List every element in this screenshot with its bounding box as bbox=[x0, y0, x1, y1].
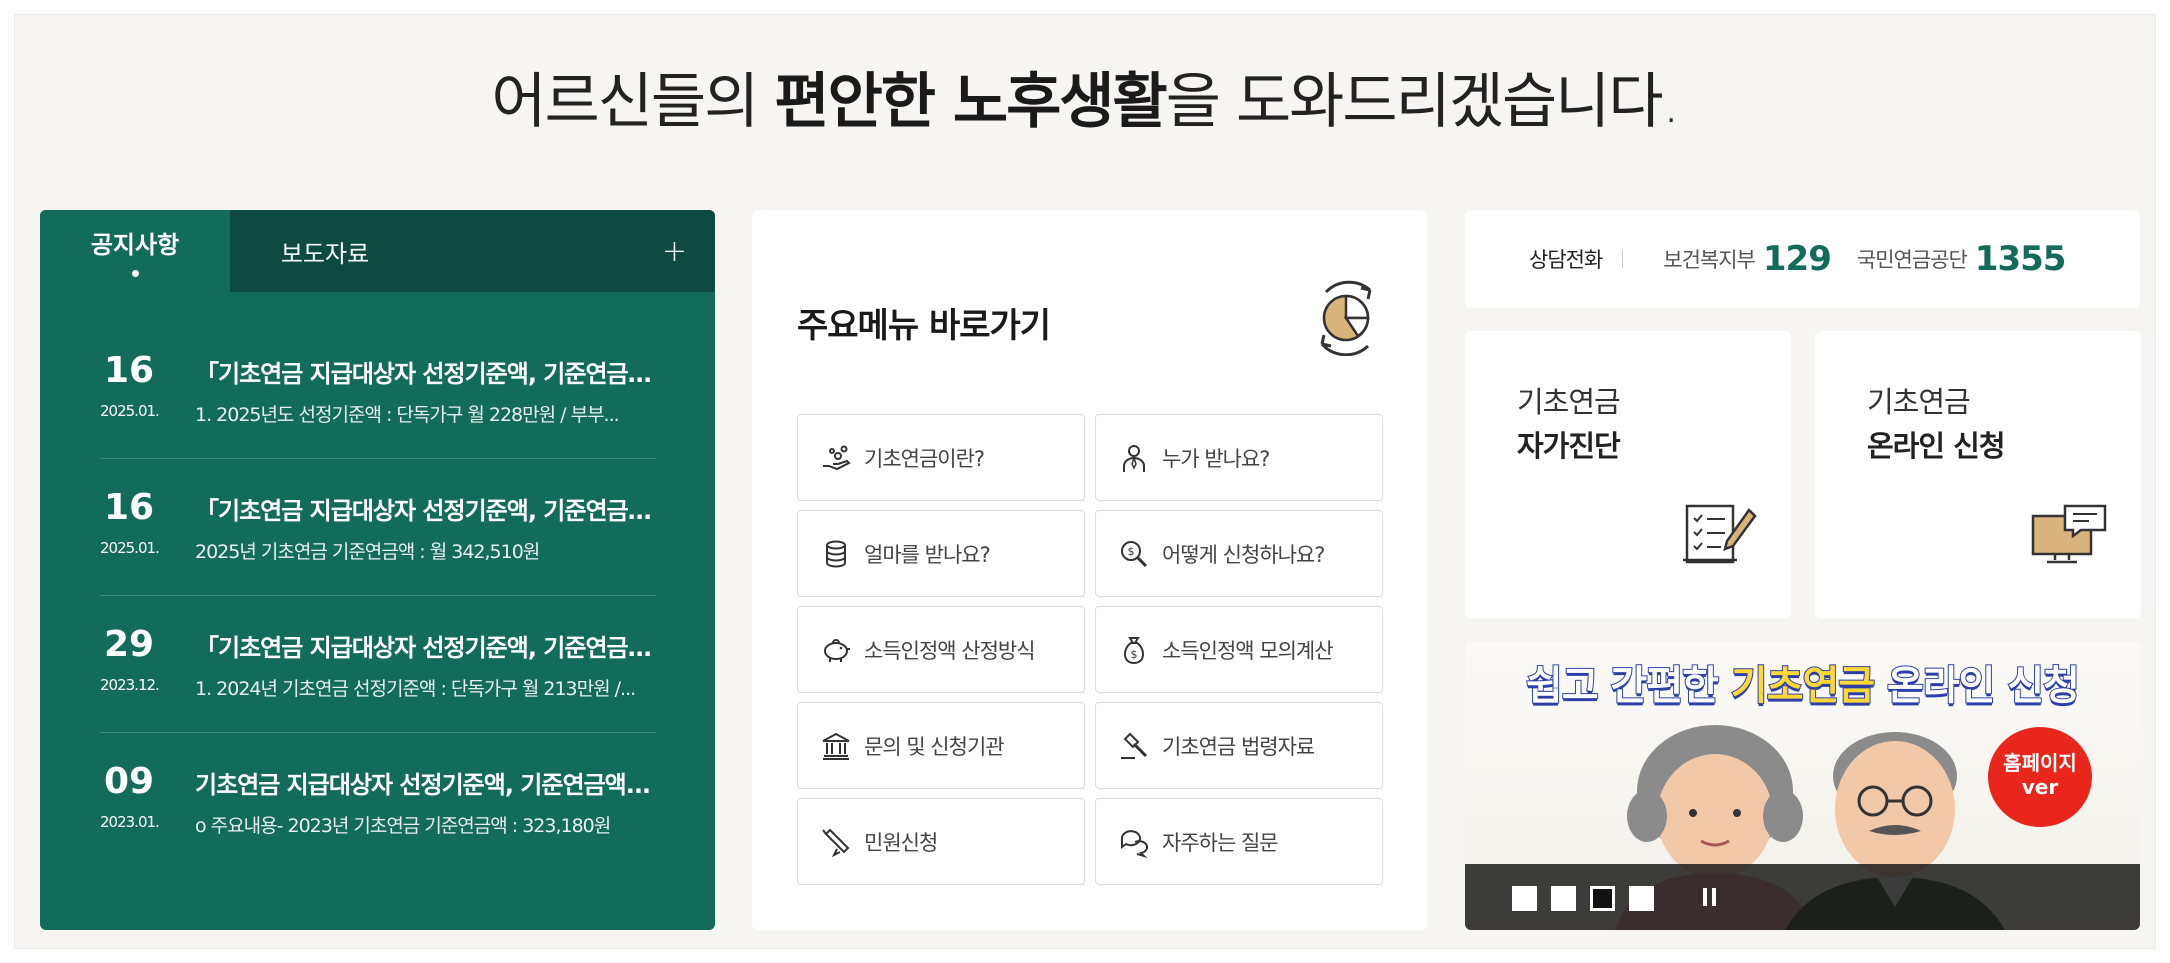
tab-press-label: 보도자료 bbox=[280, 239, 370, 268]
menu-item-legislation[interactable]: 기초연금 법령자료 bbox=[1095, 702, 1383, 789]
slide-indicator-4[interactable] bbox=[1629, 886, 1654, 911]
menu-item-label: 어떻게 신청하나요? bbox=[1162, 542, 1325, 567]
notice-item[interactable]: 16 2025.01. 「기초연금 지급대상자 선정기준액, 기준연금액... … bbox=[100, 322, 656, 459]
notice-title[interactable]: 「기초연금 지급대상자 선정기준액, 기준연금액... bbox=[195, 628, 655, 663]
more-button[interactable]: + bbox=[662, 234, 687, 269]
pen-icon bbox=[822, 828, 850, 857]
main-menu-panel: 주요메뉴 바로가기 기초연금이란? 누가 받나요? 얼마를 받나요? $ 어떻게… bbox=[752, 210, 1427, 930]
slide-indicator-2[interactable] bbox=[1551, 886, 1576, 911]
checklist-pencil-icon bbox=[1683, 504, 1757, 564]
notice-title[interactable]: 「기초연금 지급대상자 선정기준액, 기준연금액... bbox=[195, 491, 655, 526]
promo-banner[interactable]: 쉽고 간편한 기초연금 온라인 신청 홈페이지 ver bbox=[1465, 641, 2140, 930]
coin-stack-icon bbox=[826, 540, 846, 567]
notice-day: 16 bbox=[103, 350, 155, 391]
page-headline: 어르신들의 편안한 노후생활을 도와드리겠습니다. bbox=[15, 53, 2155, 140]
notice-day: 09 bbox=[103, 761, 155, 802]
notice-tabs: 공지사항 보도자료 + bbox=[40, 210, 715, 292]
menu-item-label: 기초연금 법령자료 bbox=[1162, 734, 1315, 759]
notice-year-month: 2025.01. bbox=[100, 539, 160, 557]
phone-org: 국민연금공단 bbox=[1856, 248, 1968, 272]
money-bag-icon: $ bbox=[1124, 636, 1144, 664]
tab-press-releases[interactable]: 보도자료 bbox=[230, 210, 420, 292]
notice-item[interactable]: 29 2023.12. 「기초연금 지급대상자 선정기준액, 기준연금액... … bbox=[100, 596, 656, 733]
menu-item-faq[interactable]: 자주하는 질문 bbox=[1095, 798, 1383, 885]
notice-summary: 1. 2024년 기초연금 선정기준액 : 단독가구 월 213만원 /... bbox=[195, 678, 636, 700]
menu-item-institutions[interactable]: 문의 및 신청기관 bbox=[797, 702, 1085, 789]
menu-title-bold: 주요메뉴 bbox=[797, 306, 919, 346]
phone-org: 보건복지부 bbox=[1663, 248, 1756, 272]
hand-coins-icon bbox=[823, 445, 851, 470]
notice-list: 16 2025.01. 「기초연금 지급대상자 선정기준액, 기준연금액... … bbox=[100, 322, 656, 870]
menu-item-income-simulation[interactable]: $ 소득인정액 모의계산 bbox=[1095, 606, 1383, 693]
institution-icon bbox=[822, 732, 850, 760]
monitor-chat-icon bbox=[2031, 504, 2107, 564]
person-icon bbox=[1123, 444, 1145, 472]
notice-title[interactable]: 「기초연금 지급대상자 선정기준액, 기준연금액... bbox=[195, 354, 655, 389]
phone-label: 상담전화 bbox=[1529, 248, 1603, 272]
svg-text:$: $ bbox=[1131, 648, 1138, 661]
menu-item-label: 소득인정액 모의계산 bbox=[1162, 638, 1334, 663]
phone-number[interactable]: 1355 bbox=[1975, 239, 2067, 279]
page: 어르신들의 편안한 노후생활을 도와드리겠습니다. 공지사항 보도자료 + 16… bbox=[14, 14, 2156, 949]
card-top-text: 기초연금 bbox=[1517, 385, 1621, 419]
tab-notices[interactable]: 공지사항 bbox=[40, 210, 230, 292]
pie-chart-cycle-icon bbox=[1320, 280, 1372, 356]
menu-item-what-is[interactable]: 기초연금이란? bbox=[797, 414, 1085, 501]
headline-pre: 어르신들의 bbox=[491, 67, 775, 137]
menu-title-rest: 바로가기 bbox=[918, 306, 1051, 346]
phone-number[interactable]: 129 bbox=[1763, 239, 1832, 279]
badge-line-2: ver bbox=[2021, 775, 2059, 799]
piggy-bank-icon bbox=[824, 638, 850, 662]
svg-text:$: $ bbox=[1128, 545, 1135, 558]
banner-badge: 홈페이지 ver bbox=[1988, 727, 2092, 827]
notice-day: 29 bbox=[103, 624, 155, 665]
notice-year-month: 2023.01. bbox=[100, 813, 160, 831]
chat-bubbles-icon bbox=[1121, 829, 1148, 858]
notice-panel: 공지사항 보도자료 + 16 2025.01. 「기초연금 지급대상자 선정기준… bbox=[40, 210, 715, 930]
slide-indicator-3[interactable] bbox=[1590, 886, 1615, 911]
tab-notices-label: 공지사항 bbox=[90, 231, 180, 259]
menu-item-how-to-apply[interactable]: $ 어떻게 신청하나요? bbox=[1095, 510, 1383, 597]
slide-indicator-1[interactable] bbox=[1512, 886, 1537, 911]
menu-item-how-much[interactable]: 얼마를 받나요? bbox=[797, 510, 1085, 597]
main-menu-title: 주요메뉴 바로가기 bbox=[797, 298, 1051, 347]
menu-item-who-receives[interactable]: 누가 받나요? bbox=[1095, 414, 1383, 501]
notice-year-month: 2025.01. bbox=[100, 402, 160, 420]
consultation-phone-bar: 상담전화 보건복지부 129 국민연금공단 1355 bbox=[1465, 210, 2140, 308]
headline-post: 을 도와드리겠습니다. bbox=[1165, 67, 1681, 137]
notice-item[interactable]: 16 2025.01. 「기초연금 지급대상자 선정기준액, 기준연금액... … bbox=[100, 459, 656, 596]
notice-title[interactable]: 기초연금 지급대상자 선정기준액, 기준연금액... bbox=[195, 765, 655, 800]
menu-item-civil-complaint[interactable]: 민원신청 bbox=[797, 798, 1085, 885]
headline-bold: 편안한 노후생활 bbox=[774, 67, 1167, 137]
badge-line-1: 홈페이지 bbox=[2003, 751, 2077, 775]
pause-button[interactable] bbox=[1701, 888, 1719, 908]
menu-item-label: 기초연금이란? bbox=[864, 446, 985, 471]
banner-controls bbox=[1465, 864, 2140, 930]
active-tab-dot bbox=[131, 270, 139, 277]
online-application-card[interactable]: 기초연금 온라인 신청 bbox=[1815, 331, 2141, 618]
menu-item-label: 문의 및 신청기관 bbox=[864, 734, 1005, 759]
notice-summary: 2025년 기초연금 기준연금액 : 월 342,510원 bbox=[195, 541, 540, 563]
self-diagnosis-card[interactable]: 기초연금 자가진단 bbox=[1465, 331, 1791, 618]
main-menu-grid: 기초연금이란? 누가 받나요? 얼마를 받나요? $ 어떻게 신청하나요? 소득… bbox=[797, 414, 1384, 885]
menu-item-label: 소득인정액 산정방식 bbox=[864, 638, 1036, 663]
menu-item-label: 얼마를 받나요? bbox=[864, 542, 991, 567]
notice-summary: 1. 2025년도 선정기준액 : 단독가구 월 228만원 / 부부... bbox=[195, 404, 620, 426]
card-top-text: 기초연금 bbox=[1867, 385, 1971, 419]
card-bottom-text: 자가진단 bbox=[1517, 429, 1621, 463]
gavel-icon bbox=[1121, 732, 1148, 759]
card-bottom-text: 온라인 신청 bbox=[1867, 429, 2005, 463]
notice-year-month: 2023.12. bbox=[100, 676, 160, 694]
menu-item-label: 누가 받나요? bbox=[1162, 446, 1270, 471]
notice-item[interactable]: 09 2023.01. 기초연금 지급대상자 선정기준액, 기준연금액... o… bbox=[100, 733, 656, 870]
notice-day: 16 bbox=[103, 487, 155, 528]
menu-item-label: 민원신청 bbox=[864, 830, 938, 855]
menu-item-label: 자주하는 질문 bbox=[1162, 830, 1279, 855]
phone-divider bbox=[1622, 250, 1624, 268]
notice-summary: o 주요내용- 2023년 기초연금 기준연금액 : 323,180원 bbox=[195, 815, 611, 837]
magnifier-money-icon: $ bbox=[1121, 540, 1148, 567]
menu-item-income-method[interactable]: 소득인정액 산정방식 bbox=[797, 606, 1085, 693]
